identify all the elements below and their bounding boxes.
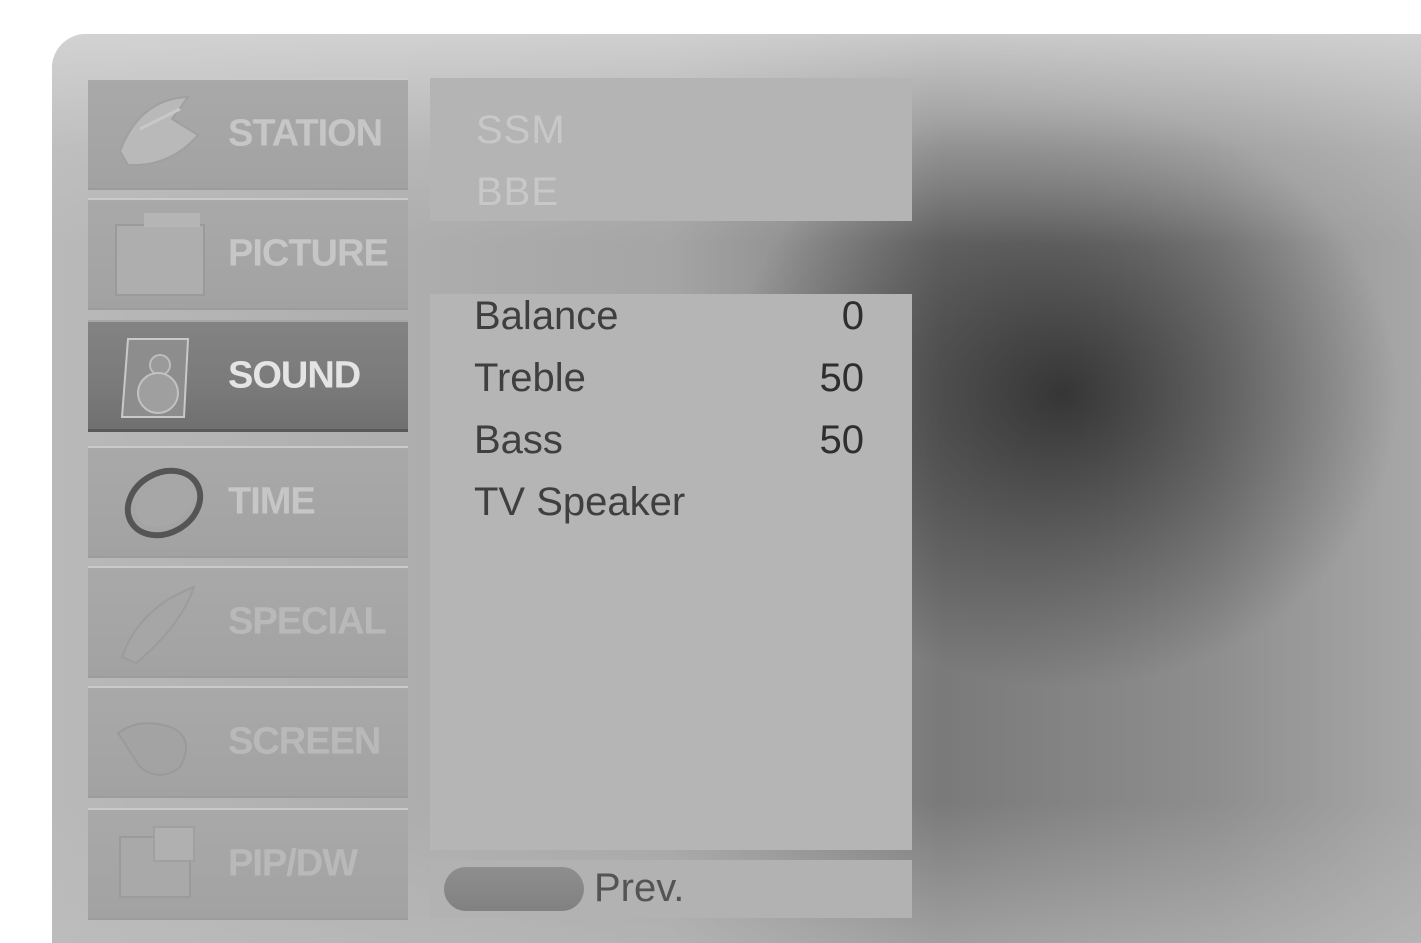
- menu-item-label: SCREEN: [228, 720, 381, 763]
- footer-bar: Prev.: [430, 860, 912, 918]
- menu-item-label: TIME: [228, 480, 316, 523]
- menu-item-time[interactable]: TIME: [88, 446, 408, 558]
- prev-label: Prev.: [594, 866, 685, 910]
- sound-submenu-top: SSM BBE: [430, 78, 912, 221]
- picture-frame-icon: [115, 213, 205, 296]
- bass-value: 50: [819, 418, 865, 462]
- tv-speaker-label: TV Speaker: [474, 480, 686, 524]
- menu-item-label: PIP/DW: [228, 842, 358, 885]
- tv-speaker-row[interactable]: TV Speaker: [430, 480, 912, 540]
- bass-label: Bass: [474, 418, 563, 462]
- satellite-dish-icon: [118, 95, 200, 167]
- menu-item-special[interactable]: SPECIAL: [88, 566, 408, 678]
- treble-label: Treble: [474, 356, 586, 400]
- menu-item-screen[interactable]: SCREEN: [88, 686, 408, 798]
- clock-ring-icon: [124, 467, 204, 539]
- pip-window-icon: [119, 826, 195, 898]
- bbe-option[interactable]: BBE: [476, 170, 559, 215]
- balance-label: Balance: [474, 294, 619, 338]
- menu-item-label: PICTURE: [228, 232, 389, 275]
- speaker-icon: [120, 338, 190, 418]
- menu-item-station[interactable]: STATION: [88, 78, 408, 190]
- menu-item-picture[interactable]: PICTURE: [88, 198, 408, 310]
- treble-value: 50: [819, 356, 865, 400]
- treble-row[interactable]: Treble 50: [430, 356, 912, 416]
- sound-submenu: Balance 0 Treble 50 Bass 50 TV Speaker: [430, 294, 912, 850]
- screen-hand-icon: [116, 722, 188, 776]
- menu-item-pip-dw[interactable]: PIP/DW: [88, 808, 408, 920]
- special-feather-icon: [120, 585, 196, 665]
- menu-item-label: SOUND: [228, 354, 361, 397]
- prev-button[interactable]: [444, 867, 584, 911]
- ssm-option[interactable]: SSM: [476, 108, 566, 153]
- menu-item-label: SPECIAL: [228, 600, 387, 643]
- balance-value: 0: [841, 294, 864, 338]
- menu-item-sound[interactable]: SOUND: [88, 320, 408, 432]
- bass-row[interactable]: Bass 50: [430, 418, 912, 478]
- balance-row[interactable]: Balance 0: [430, 294, 912, 354]
- menu-item-label: STATION: [228, 112, 383, 155]
